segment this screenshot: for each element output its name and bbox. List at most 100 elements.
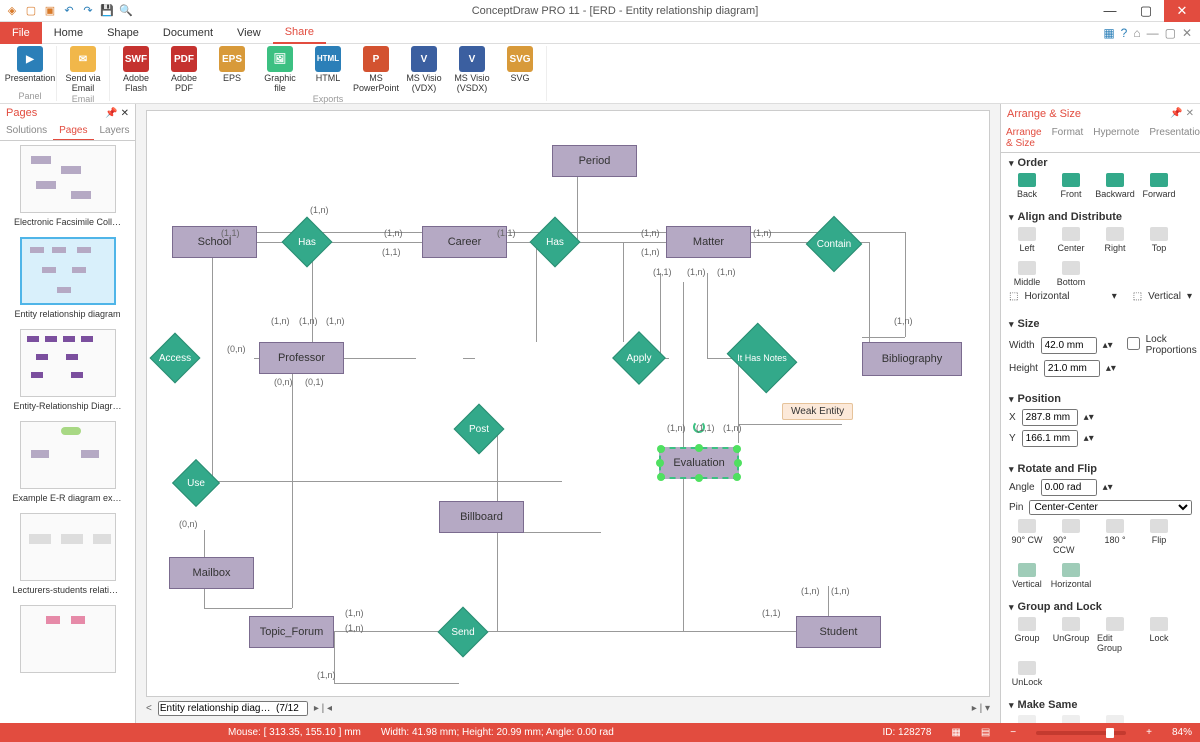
thumb-item[interactable]: Example E-R diagram ext…	[4, 421, 131, 503]
tab-home[interactable]: Home	[42, 22, 95, 44]
order-back-button[interactable]: Back	[1009, 173, 1045, 199]
ungroup-button[interactable]: UnGroup	[1053, 617, 1089, 653]
lock-proportions-checkbox[interactable]	[1127, 337, 1140, 350]
section-align[interactable]: Align and Distribute	[1009, 211, 1192, 223]
next-page-button[interactable]: ▸ | ◂	[314, 703, 332, 714]
group-button[interactable]: Group	[1009, 617, 1045, 653]
rel-use[interactable]: Use	[179, 466, 213, 500]
pin-select[interactable]: Center-Center	[1029, 500, 1192, 515]
tab-document[interactable]: Document	[151, 22, 225, 44]
diagram-canvas[interactable]: Period School Career Matter Professor Bi…	[146, 110, 990, 697]
rotate-cw-button[interactable]: 90° CW	[1009, 519, 1045, 555]
prev-page-button[interactable]: <	[146, 703, 152, 714]
export-vdx-button[interactable]: VMS Visio (VDX)	[402, 46, 446, 94]
order-backward-button[interactable]: Backward	[1097, 173, 1133, 199]
rel-contain[interactable]: Contain	[814, 224, 854, 264]
rel-has2[interactable]: Has	[537, 224, 573, 260]
order-forward-button[interactable]: Forward	[1141, 173, 1177, 199]
entity-matter[interactable]: Matter	[666, 226, 751, 258]
thumb-item[interactable]	[4, 605, 131, 673]
export-ppt-button[interactable]: PMS PowerPoint	[354, 46, 398, 94]
flip-vertical-button[interactable]: Vertical	[1009, 563, 1045, 589]
entity-topic[interactable]: Topic_Forum	[249, 616, 334, 648]
presentation-button[interactable]: ▶Presentation	[8, 46, 52, 84]
same-height-button[interactable]: Height	[1097, 715, 1133, 723]
edit-group-button[interactable]: Edit Group	[1097, 617, 1133, 653]
entity-period[interactable]: Period	[552, 145, 637, 177]
tab-share[interactable]: Share	[273, 22, 326, 44]
section-rotate[interactable]: Rotate and Flip	[1009, 463, 1192, 475]
same-width-button[interactable]: Width	[1053, 715, 1089, 723]
minimize-button[interactable]: —	[1092, 0, 1128, 22]
export-eps-button[interactable]: EPSEPS	[210, 46, 254, 94]
flip-horizontal-button[interactable]: Horizontal	[1053, 563, 1089, 589]
align-left-button[interactable]: Left	[1009, 227, 1045, 253]
same-size-button[interactable]: Size	[1009, 715, 1045, 723]
preview-icon[interactable]: 🔍	[118, 3, 134, 19]
close-button[interactable]: ✕	[1164, 0, 1200, 22]
flip-button[interactable]: Flip	[1141, 519, 1177, 555]
doc-icon[interactable]: ▦	[951, 727, 960, 738]
open-icon[interactable]: ▣	[42, 3, 58, 19]
close-doc-icon[interactable]: ✕	[1182, 26, 1192, 40]
rotate-180-button[interactable]: 180 °	[1097, 519, 1133, 555]
export-pdf-button[interactable]: PDFAdobe PDF	[162, 46, 206, 94]
tab-view[interactable]: View	[225, 22, 273, 44]
lock-button[interactable]: Lock	[1141, 617, 1177, 653]
x-input[interactable]	[1022, 409, 1078, 426]
rotate-ccw-button[interactable]: 90° CCW	[1053, 519, 1089, 555]
restore-icon[interactable]: ▢	[1165, 26, 1176, 40]
help-icon[interactable]: ?	[1121, 26, 1128, 40]
entity-billboard[interactable]: Billboard	[439, 501, 524, 533]
export-flash-button[interactable]: SWFAdobe Flash	[114, 46, 158, 94]
maximize-button[interactable]: ▢	[1128, 0, 1164, 22]
tab-layers[interactable]: Layers	[94, 122, 136, 140]
tab-shape[interactable]: Shape	[95, 22, 151, 44]
entity-career[interactable]: Career	[422, 226, 507, 258]
rel-apply[interactable]: Apply	[620, 339, 658, 377]
entity-mailbox[interactable]: Mailbox	[169, 557, 254, 589]
thumb-item[interactable]: Lecturers-students relatio…	[4, 513, 131, 595]
export-graphic-button[interactable]: 🖼Graphic file	[258, 46, 302, 94]
section-make-same[interactable]: Make Same	[1009, 699, 1192, 711]
save-icon[interactable]: 💾	[99, 3, 115, 19]
tab-hypernote[interactable]: Hypernote	[1088, 124, 1144, 152]
pin-icon[interactable]: 📌 ✕	[1170, 108, 1194, 119]
entity-student[interactable]: Student	[796, 616, 881, 648]
options-icon[interactable]: ▦	[1103, 26, 1114, 40]
redo-icon[interactable]: ↷	[80, 3, 96, 19]
zoom-in-button[interactable]: +	[1146, 727, 1152, 738]
rel-post[interactable]: Post	[461, 411, 497, 447]
align-right-button[interactable]: Right	[1097, 227, 1133, 253]
align-center-button[interactable]: Center	[1053, 227, 1089, 253]
width-input[interactable]	[1041, 337, 1097, 354]
rel-notes[interactable]: It Has Notes	[734, 336, 790, 380]
height-input[interactable]	[1044, 360, 1100, 377]
angle-input[interactable]	[1041, 479, 1097, 496]
entity-evaluation[interactable]: Evaluation	[659, 447, 739, 479]
send-email-button[interactable]: ✉Send via Email	[61, 46, 105, 94]
tab-format[interactable]: Format	[1047, 124, 1089, 152]
entity-school[interactable]: School	[172, 226, 257, 258]
entity-bibliography[interactable]: Bibliography	[862, 342, 962, 376]
rel-has1[interactable]: Has	[289, 224, 325, 260]
grid-icon[interactable]: ▤	[981, 727, 990, 738]
section-position[interactable]: Position	[1009, 393, 1192, 405]
zoom-out-button[interactable]: −	[1010, 727, 1016, 738]
entity-professor[interactable]: Professor	[259, 342, 344, 374]
tab-arrange-size[interactable]: Arrange & Size	[1001, 124, 1047, 152]
app-icon[interactable]: ◈	[4, 3, 20, 19]
undo-icon[interactable]: ↶	[61, 3, 77, 19]
min-icon[interactable]: ⌂	[1133, 26, 1140, 40]
align-middle-button[interactable]: Middle	[1009, 261, 1045, 287]
tab-presentation[interactable]: Presentation	[1144, 124, 1200, 152]
min2-icon[interactable]: —	[1147, 26, 1159, 40]
thumb-item[interactable]: Electronic Facsimile Coll…	[4, 145, 131, 227]
new-icon[interactable]: ▢	[23, 3, 39, 19]
align-bottom-button[interactable]: Bottom	[1053, 261, 1089, 287]
section-group[interactable]: Group and Lock	[1009, 601, 1192, 613]
y-input[interactable]	[1022, 430, 1078, 447]
align-top-button[interactable]: Top	[1141, 227, 1177, 253]
export-svg-button[interactable]: SVGSVG	[498, 46, 542, 94]
tab-file[interactable]: File	[0, 22, 42, 44]
